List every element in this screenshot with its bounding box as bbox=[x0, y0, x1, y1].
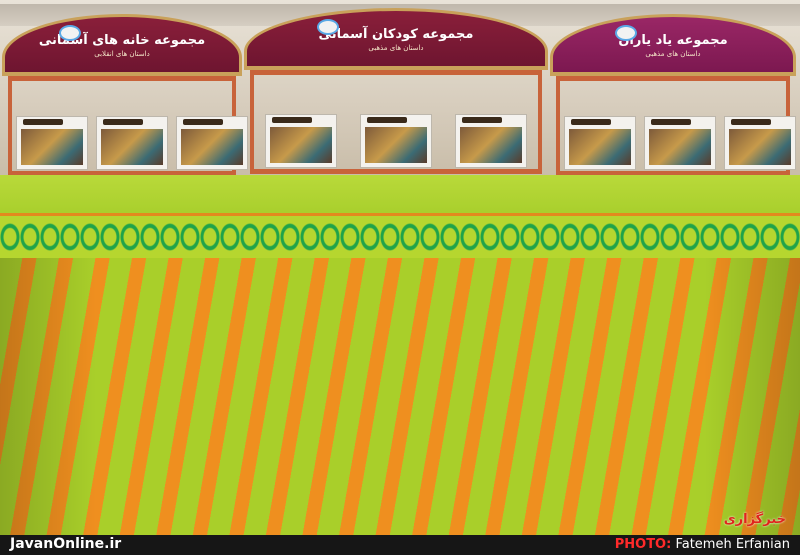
stand-title: مجموعه یاد یاران bbox=[618, 33, 728, 48]
stand-subtitle: داستان های مذهبی bbox=[368, 44, 424, 52]
book-cover bbox=[724, 116, 796, 170]
photographer-name: Fatemeh Erfanian bbox=[675, 537, 790, 552]
book-row-3 bbox=[564, 114, 796, 170]
photo: مجموعه خانه های آسمانی داستان های انقلاب… bbox=[0, 0, 800, 535]
logo-icon bbox=[59, 25, 81, 41]
shelf-2 bbox=[250, 70, 542, 174]
book-cover bbox=[265, 114, 338, 168]
shelf-bar bbox=[12, 76, 232, 81]
logo-icon bbox=[317, 19, 339, 35]
credit-label: PHOTO: bbox=[614, 537, 672, 552]
book-cover bbox=[96, 116, 168, 170]
stand-title: مجموعه خانه های آسمانی bbox=[38, 33, 206, 48]
book-stand-1: مجموعه خانه های آسمانی داستان های انقلاب… bbox=[2, 14, 248, 176]
chain-pattern-band bbox=[0, 213, 800, 261]
stand-sign-2: مجموعه کودکان آسمانی داستان های مذهبی bbox=[244, 8, 548, 70]
shelf-bar bbox=[560, 76, 786, 81]
cloth-shading bbox=[0, 258, 800, 535]
book-cover bbox=[644, 116, 716, 170]
stand-title: مجموعه کودکان آسمانی bbox=[318, 27, 474, 42]
book-cover bbox=[454, 114, 527, 168]
stand-sign-1: مجموعه خانه های آسمانی داستان های انقلاب… bbox=[2, 14, 242, 76]
stand-subtitle: داستان های انقلابی bbox=[94, 50, 150, 58]
shelf-3 bbox=[556, 76, 796, 176]
book-row-1 bbox=[16, 114, 248, 170]
shelf-bar bbox=[254, 70, 538, 75]
stand-subtitle: داستان های مذهبی bbox=[645, 50, 701, 58]
site-brand: JavanOnline.ir bbox=[10, 536, 122, 552]
book-row-2 bbox=[258, 112, 534, 168]
watermark: خبرگزاری bbox=[723, 512, 786, 527]
book-cover bbox=[176, 116, 248, 170]
photo-credit: PHOTO: Fatemeh Erfanian bbox=[615, 537, 790, 552]
book-cover bbox=[564, 116, 636, 170]
shelf-1 bbox=[8, 76, 248, 176]
book-stand-3: مجموعه یاد یاران داستان های مذهبی bbox=[550, 14, 796, 176]
stand-sign-3: مجموعه یاد یاران داستان های مذهبی bbox=[550, 14, 796, 76]
book-stand-2: مجموعه کودکان آسمانی داستان های مذهبی bbox=[244, 8, 548, 174]
table-cloth-top bbox=[0, 175, 800, 215]
book-cover bbox=[16, 116, 88, 170]
shelf-bar bbox=[254, 169, 538, 174]
credit-bar: JavanOnline.ir PHOTO: Fatemeh Erfanian bbox=[0, 535, 800, 555]
logo-icon bbox=[615, 25, 637, 41]
book-cover bbox=[359, 114, 432, 168]
